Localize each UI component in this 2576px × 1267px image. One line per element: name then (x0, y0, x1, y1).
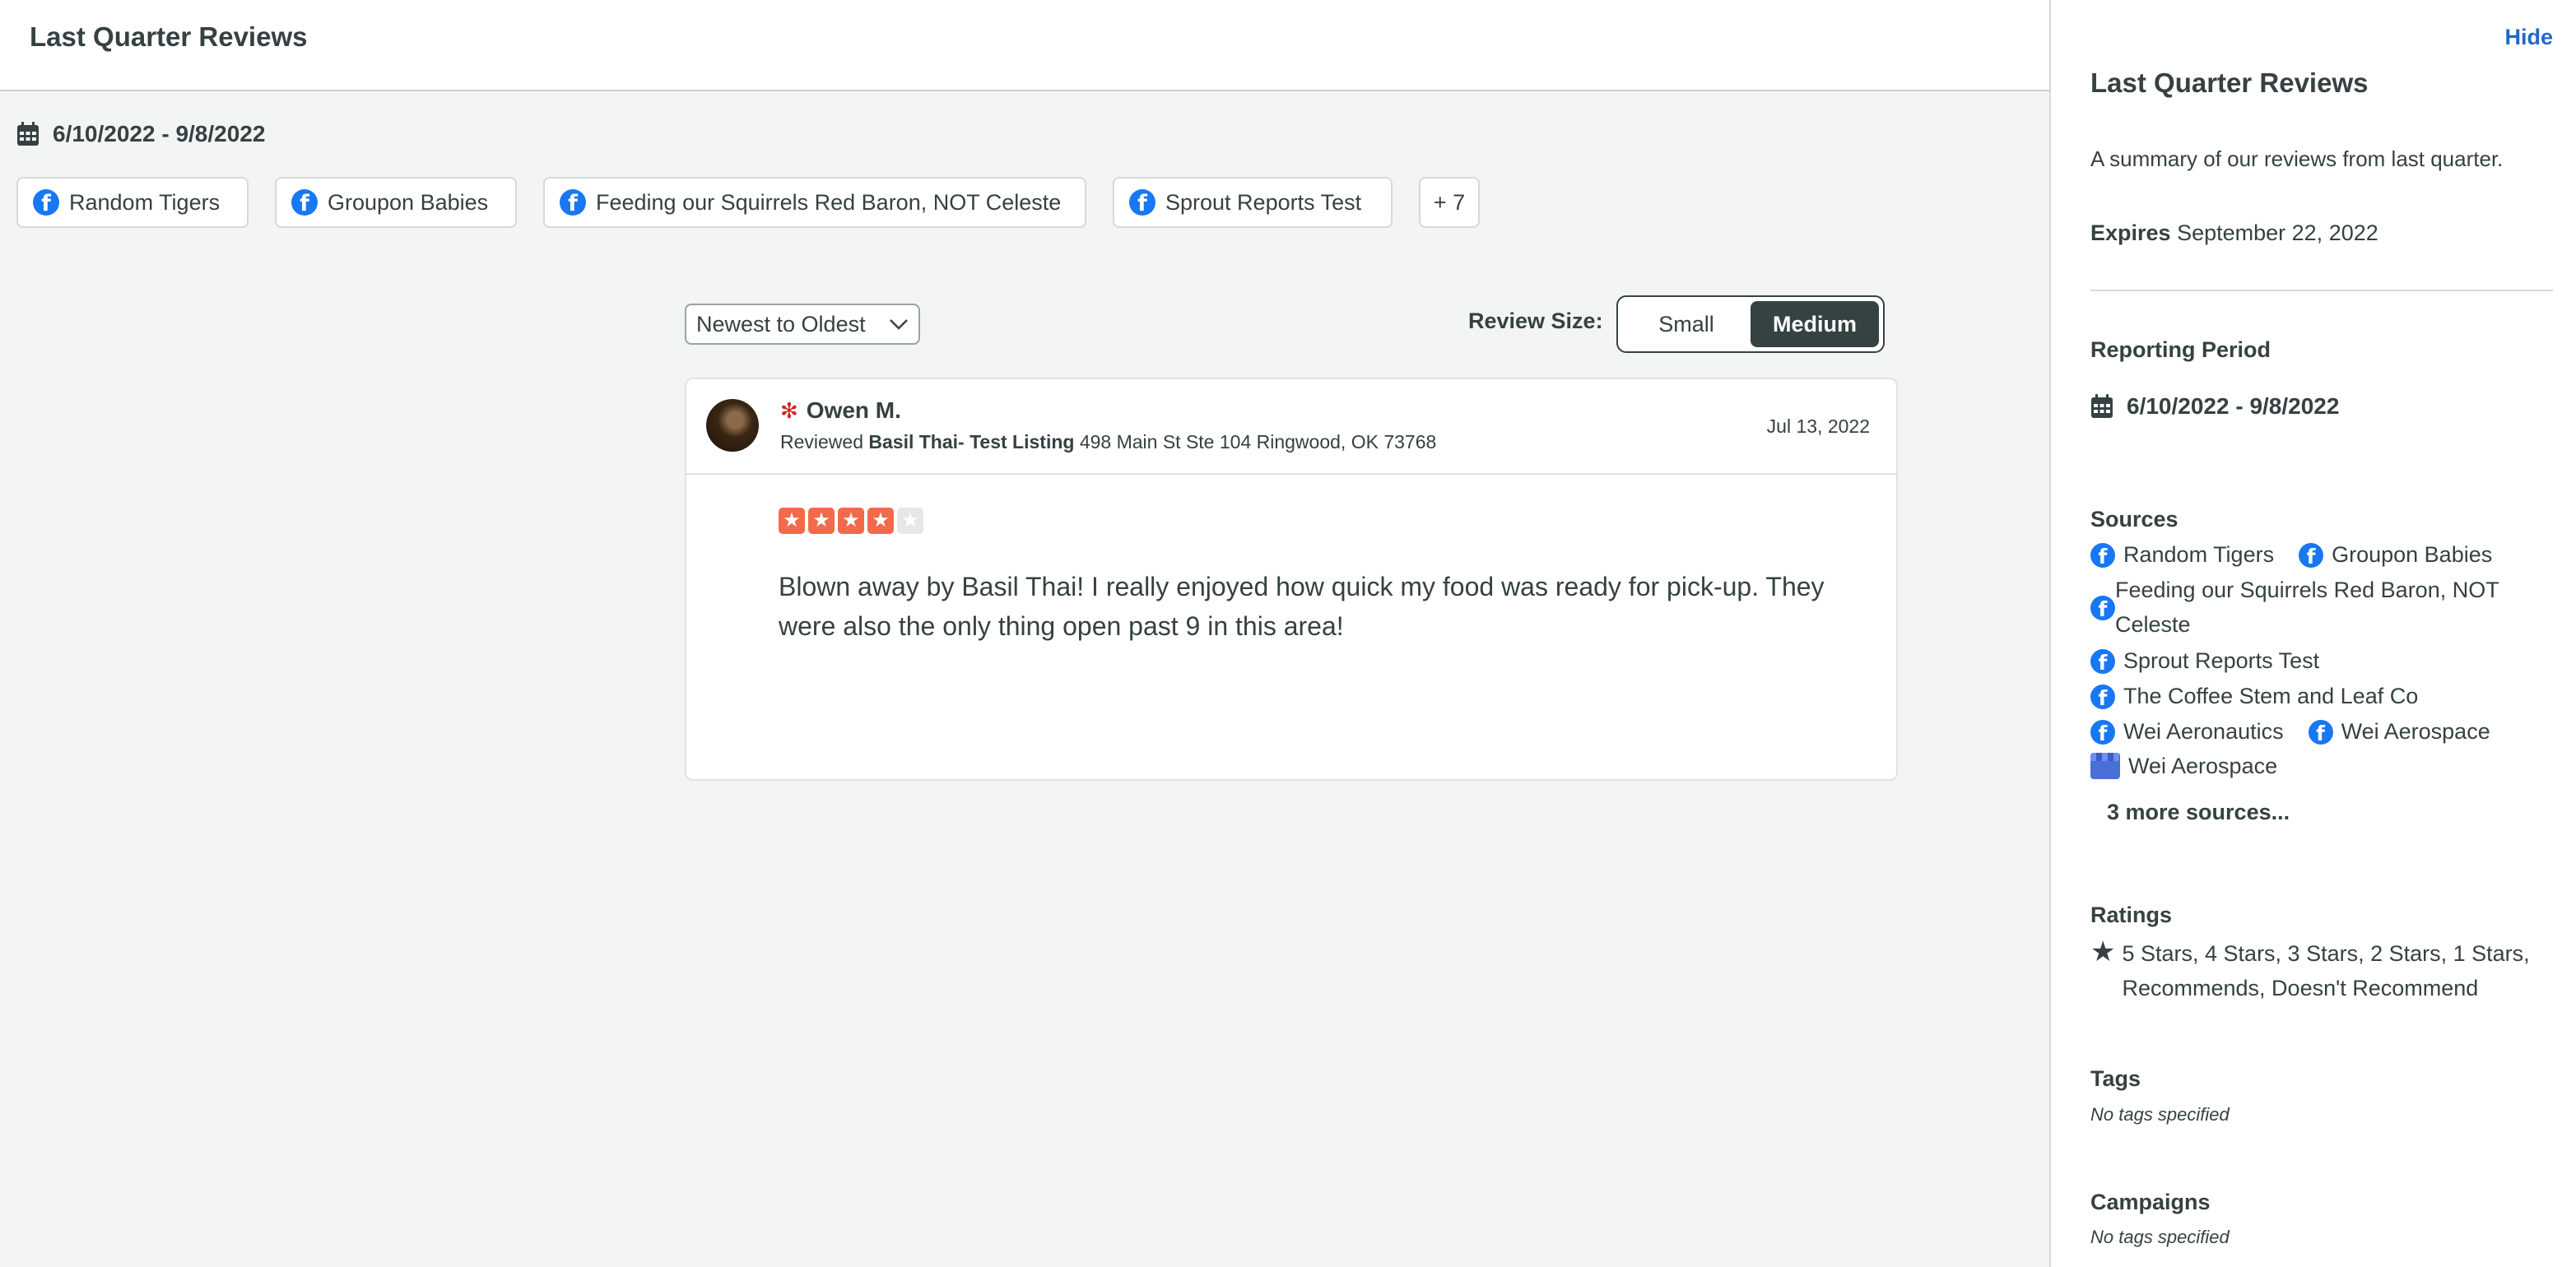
star-empty-icon: ★ (897, 508, 923, 534)
panel-title: Last Quarter Reviews (2090, 67, 2369, 98)
date-range-filter: 6/10/2022 - 9/8/2022 (16, 121, 265, 147)
source-label: Wei Aeronautics (2123, 719, 2284, 744)
source-label: The Coffee Stem and Leaf Co (2123, 684, 2419, 708)
calendar-icon (2091, 394, 2113, 418)
chevron-down-icon (890, 319, 908, 330)
campaigns-empty: No tags specified (2090, 1227, 2230, 1247)
source-row: f The Coffee Stem and Leaf Co (2090, 679, 2434, 713)
ratings-list: ★ 5 Stars, 4 Stars, 3 Stars, 2 Stars, 1 … (2090, 936, 2551, 1005)
star-filled-icon: ★ (867, 508, 894, 534)
review-size-label: Review Size: (1468, 309, 1603, 333)
source-item: f Wei Aerospace (2308, 714, 2490, 749)
review-text: Blown away by Basil Thai! I really enjoy… (779, 572, 1825, 641)
review-size-toggle: Small Medium (1616, 295, 1885, 353)
expires-line: Expires September 22, 2022 (2090, 220, 2378, 246)
facebook-icon: f (2090, 543, 2115, 568)
source-row: f Sprout Reports Test (2090, 643, 2336, 678)
facebook-icon: f (291, 189, 318, 216)
facebook-icon: f (2090, 649, 2115, 674)
facebook-icon: f (2090, 720, 2115, 745)
source-chip[interactable]: f Groupon Babies (275, 177, 517, 228)
yelp-icon: ✻ (780, 398, 798, 423)
more-sources-link[interactable]: 3 more sources... (2107, 800, 2290, 825)
facebook-icon: f (2090, 685, 2115, 709)
ratings-text: 5 Stars, 4 Stars, 3 Stars, 2 Stars, 1 St… (2122, 941, 2530, 1000)
star-filled-icon: ★ (808, 508, 835, 534)
reporting-period: 6/10/2022 - 9/8/2022 (2090, 393, 2339, 420)
page-title: Last Quarter Reviews (30, 21, 308, 52)
author-name: Owen M. (806, 397, 901, 423)
source-label: Groupon Babies (2332, 542, 2493, 567)
google-my-business-icon (2090, 753, 2120, 779)
tags-empty: No tags specified (2090, 1104, 2230, 1125)
source-chip[interactable]: f Random Tigers (16, 177, 249, 228)
expires-label: Expires (2090, 220, 2171, 245)
reviewed-line: Reviewed Basil Thai- Test Listing 498 Ma… (780, 431, 1436, 453)
source-chip[interactable]: f Sprout Reports Test (1113, 177, 1393, 228)
calendar-icon (17, 122, 39, 146)
facebook-icon: f (2299, 543, 2324, 568)
facebook-icon: f (2090, 596, 2115, 620)
source-item: f Groupon Babies (2299, 537, 2492, 572)
main-content: 6/10/2022 - 9/8/2022 f Random Tigers f G… (0, 91, 2049, 1267)
facebook-icon: f (560, 189, 586, 216)
review-date: Jul 13, 2022 (1766, 415, 1870, 437)
source-item: f Wei Aeronautics (2090, 714, 2284, 749)
source-item: f Random Tigers (2090, 537, 2274, 572)
more-sources-chip[interactable]: + 7 (1419, 177, 1480, 228)
source-label: Sprout Reports Test (2123, 648, 2320, 673)
expires-value: September 22, 2022 (2177, 220, 2378, 245)
sources-heading: Sources (2090, 507, 2178, 531)
source-row: f Random Tigers f Groupon Babies (2090, 537, 2509, 572)
listing-address: 498 Main St Ste 104 Ringwood, OK 73768 (1079, 431, 1437, 452)
panel-description: A summary of our reviews from last quart… (2090, 146, 2504, 171)
star-filled-icon: ★ (779, 508, 805, 534)
campaigns-heading: Campaigns (2090, 1190, 2211, 1214)
source-item: f Sprout Reports Test (2090, 643, 2319, 678)
source-row: f Wei Aeronautics f Wei Aerospace (2090, 714, 2507, 749)
source-label: Random Tigers (2123, 542, 2275, 567)
source-row: Wei Aerospace (2090, 749, 2294, 783)
avatar (706, 399, 759, 452)
source-item: f The Coffee Stem and Leaf Co (2090, 679, 2418, 713)
source-item: f (2090, 590, 2115, 620)
source-row: f Feeding our Squirrels Red Baron, NOT C… (2090, 573, 2551, 642)
ratings-heading: Ratings (2090, 903, 2173, 927)
top-bar: Last Quarter Reviews (0, 0, 2049, 91)
star-rating: ★ ★ ★ ★ ★ (779, 508, 923, 534)
author-line: ✻ Owen M. (780, 397, 901, 424)
source-label: Feeding our Squirrels Red Baron, NOT Cel… (2115, 578, 2499, 637)
source-label: Wei Aerospace (2341, 719, 2490, 744)
review-card: ✻ Owen M. Reviewed Basil Thai- Test List… (685, 378, 1898, 781)
divider (2090, 290, 2553, 291)
chip-label: Sprout Reports Test (1165, 189, 1362, 215)
tags-heading: Tags (2090, 1066, 2141, 1091)
reviewed-prefix: Reviewed (780, 431, 863, 452)
hide-panel-link[interactable]: Hide (2504, 25, 2553, 50)
review-header: ✻ Owen M. Reviewed Basil Thai- Test List… (686, 379, 1896, 475)
facebook-icon: f (1129, 189, 1155, 216)
facebook-icon: f (2308, 720, 2333, 745)
reporting-period-heading: Reporting Period (2090, 337, 2271, 362)
chip-label: Random Tigers (69, 189, 221, 215)
star-filled-icon: ★ (838, 508, 864, 534)
star-icon: ★ (2090, 936, 2116, 968)
chip-label: Groupon Babies (328, 189, 489, 215)
sort-order-select[interactable]: Newest to Oldest (685, 304, 920, 345)
listing-name: Basil Thai- Test Listing (868, 431, 1075, 452)
date-range-text: 6/10/2022 - 9/8/2022 (53, 121, 266, 146)
size-option-medium[interactable]: Medium (1751, 301, 1879, 347)
size-option-small[interactable]: Small (1622, 301, 1751, 347)
chip-label: Feeding our Squirrels Red Baron, NOT Cel… (596, 189, 1062, 215)
sort-value: Newest to Oldest (696, 311, 866, 336)
reporting-period-text: 6/10/2022 - 9/8/2022 (2127, 393, 2340, 419)
source-label: Wei Aerospace (2128, 754, 2278, 778)
source-chip[interactable]: f Feeding our Squirrels Red Baron, NOT C… (543, 177, 1086, 228)
source-item: Wei Aerospace (2090, 749, 2277, 783)
facebook-icon: f (33, 189, 59, 216)
report-details-panel: Hide Last Quarter Reviews A summary of o… (2049, 0, 2576, 1267)
